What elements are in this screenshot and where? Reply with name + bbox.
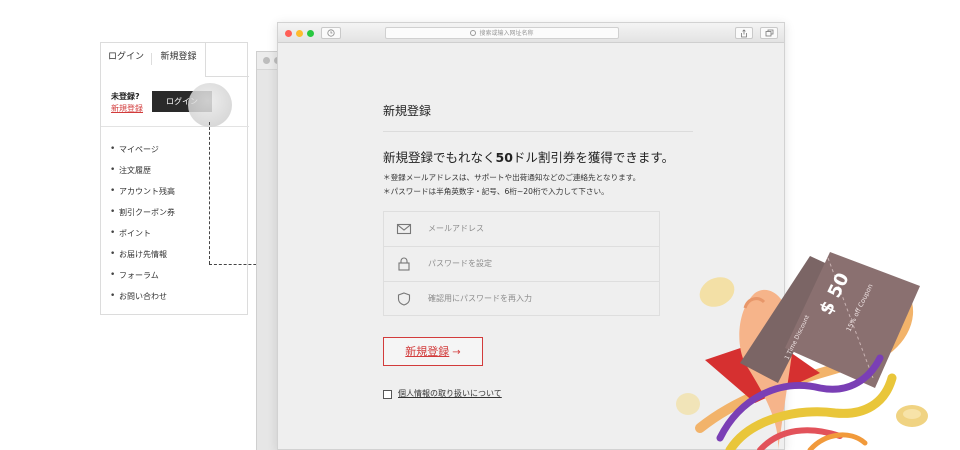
title-divider (383, 131, 693, 132)
register-link[interactable]: 新規登録 (111, 103, 143, 114)
register-submit-label: 新規登録 (405, 345, 450, 358)
minimize-window-button[interactable] (296, 30, 303, 37)
tabs-icon (765, 29, 773, 37)
page-title: 新規登録 (383, 104, 432, 118)
bullet-icon: • (110, 186, 116, 196)
share-button[interactable] (735, 27, 753, 39)
mail-icon (396, 223, 412, 235)
email-field[interactable]: メールアドレス (384, 212, 659, 247)
coupon-illustration: $ 50 15% off Coupon 1 Time Discount (676, 252, 928, 450)
menu-item-label: フォーラム (119, 271, 159, 280)
menu-item-order-history[interactable]: • 注文履歴 (101, 160, 249, 181)
bullet-icon: • (110, 249, 116, 259)
privacy-policy-link[interactable]: 個人情報の取り扱いについて (398, 388, 502, 399)
password-confirm-placeholder: 確認用にパスワードを再入力 (428, 294, 532, 303)
menu-item-mypage[interactable]: • マイページ (101, 139, 249, 160)
decor-ribbon (807, 432, 868, 450)
password-field[interactable]: パスワードを設定 (384, 246, 659, 281)
coin-icon (699, 277, 735, 307)
headline-amount: 50 (495, 150, 513, 165)
coin-icon (903, 409, 921, 419)
clock-icon (327, 29, 335, 37)
member-menu-list: • マイページ • 注文履歴 • アカウント残高 • 割引クーポン券 • ポイント • お届… (101, 139, 249, 307)
address-bar[interactable]: 搜索或输入网址名称 (385, 27, 619, 39)
member-menu-tabs: ログイン 新規登録 (101, 43, 249, 77)
password-confirm-field[interactable]: 確認用にパスワードを再入力 (384, 281, 659, 316)
arrow-right-icon: → (452, 347, 461, 358)
bullet-icon: • (110, 165, 116, 175)
connector-line-vertical (209, 122, 210, 264)
search-icon (470, 30, 477, 36)
promo-headline: 新規登録でもれなく50ドル割引券を獲得できます。 (383, 147, 674, 166)
menu-item-points[interactable]: • ポイント (101, 223, 249, 244)
tab-register[interactable]: 新規登録 (152, 43, 206, 77)
menu-item-label: 割引クーポン券 (119, 208, 175, 217)
bullet-icon: • (110, 207, 116, 217)
close-window-button[interactable] (285, 30, 292, 37)
headline-text-end: ドル割引券を獲得できます。 (512, 150, 675, 165)
menu-item-label: お問い合わせ (119, 292, 167, 301)
password-note: ＊パスワードは半角英数字・記号、6桁~20桁で入力して下さい。 (383, 187, 609, 196)
menu-item-forum[interactable]: • フォーラム (101, 265, 249, 286)
unregistered-label: 未登録? (111, 92, 140, 101)
register-submit-button[interactable]: 新規登録 → (383, 337, 483, 366)
bullet-icon: • (110, 228, 116, 238)
menu-item-label: ポイント (119, 229, 151, 238)
window-control-icon (263, 57, 270, 64)
show-tabs-button[interactable] (760, 27, 778, 39)
maximize-window-button[interactable] (307, 30, 314, 37)
browser-titlebar: 搜索或输入网址名称 (278, 23, 784, 43)
menu-item-addresses[interactable]: • お届け先情報 (101, 244, 249, 265)
register-form: メールアドレス パスワードを設定 確認用にパスワードを再入力 (383, 211, 660, 316)
lock-icon (398, 257, 410, 271)
menu-item-label: お届け先情報 (119, 250, 167, 259)
headline-text-start: 新規登録でもれなく (383, 150, 496, 165)
email-note: ＊登録メールアドレスは、サポートや出荷通知などのご連絡先となります。 (383, 173, 641, 182)
tap-indicator (188, 83, 232, 127)
tab-login[interactable]: ログイン (101, 43, 151, 77)
privacy-checkbox[interactable] (383, 390, 392, 399)
menu-item-label: 注文履歴 (119, 166, 151, 175)
history-button[interactable] (321, 27, 341, 39)
coin-icon (676, 393, 700, 415)
menu-item-account-balance[interactable]: • アカウント残高 (101, 181, 249, 202)
bullet-icon: • (110, 270, 116, 280)
menu-item-contact[interactable]: • お問い合わせ (101, 286, 249, 307)
shield-icon (397, 292, 411, 306)
email-placeholder: メールアドレス (428, 224, 484, 233)
address-bar-placeholder: 搜索或输入网址名称 (479, 30, 534, 37)
menu-item-label: アカウント残高 (119, 187, 175, 196)
password-placeholder: パスワードを設定 (428, 259, 492, 268)
member-menu-panel: ログイン 新規登録 未登録? 新規登録 ログイン • マイページ • 注文履歴 • ア… (100, 42, 249, 315)
menu-item-label: マイページ (119, 145, 159, 154)
menu-item-coupons[interactable]: • 割引クーポン券 (101, 202, 249, 223)
bullet-icon: • (110, 291, 116, 301)
bullet-icon: • (110, 144, 116, 154)
share-icon (741, 29, 747, 38)
